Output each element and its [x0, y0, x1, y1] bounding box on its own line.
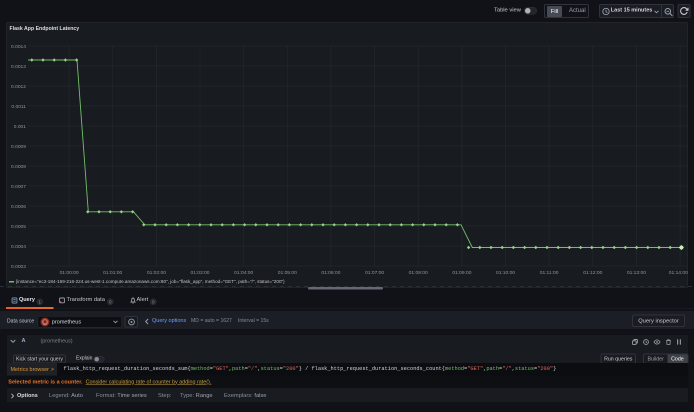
svg-text:0.0008: 0.0008: [11, 164, 26, 170]
svg-text:01:02:00: 01:02:00: [147, 270, 166, 276]
svg-text:01:10:00: 01:10:00: [496, 270, 515, 276]
svg-text:01:13:00: 01:13:00: [627, 270, 646, 276]
svg-text:0.0009: 0.0009: [11, 144, 26, 150]
svg-text:0.0011: 0.0011: [11, 104, 26, 110]
svg-text:01:04:00: 01:04:00: [234, 270, 253, 276]
svg-text:0.001: 0.001: [14, 124, 27, 130]
svg-text:01:11:00: 01:11:00: [540, 270, 559, 276]
svg-text:01:00:00: 01:00:00: [60, 270, 79, 276]
svg-text:01:08:00: 01:08:00: [409, 270, 428, 276]
svg-text:0.0012: 0.0012: [11, 84, 26, 90]
svg-text:0.0013: 0.0013: [11, 64, 26, 70]
svg-text:01:05:00: 01:05:00: [278, 270, 297, 276]
svg-text:01:14:00: 01:14:00: [669, 270, 688, 276]
svg-text:0.0003: 0.0003: [11, 264, 26, 270]
svg-text:0.0005: 0.0005: [11, 224, 26, 230]
svg-text:01:03:00: 01:03:00: [190, 270, 209, 276]
svg-text:0.0004: 0.0004: [11, 244, 26, 250]
svg-text:0.0014: 0.0014: [11, 44, 26, 50]
svg-text:0.0007: 0.0007: [11, 184, 26, 190]
svg-text:0.0006: 0.0006: [11, 204, 26, 210]
svg-text:01:09:00: 01:09:00: [452, 270, 471, 276]
svg-text:01:01:00: 01:01:00: [103, 270, 122, 276]
svg-text:01:12:00: 01:12:00: [583, 270, 602, 276]
svg-text:01:07:00: 01:07:00: [365, 270, 384, 276]
svg-text:01:06:00: 01:06:00: [321, 270, 340, 276]
